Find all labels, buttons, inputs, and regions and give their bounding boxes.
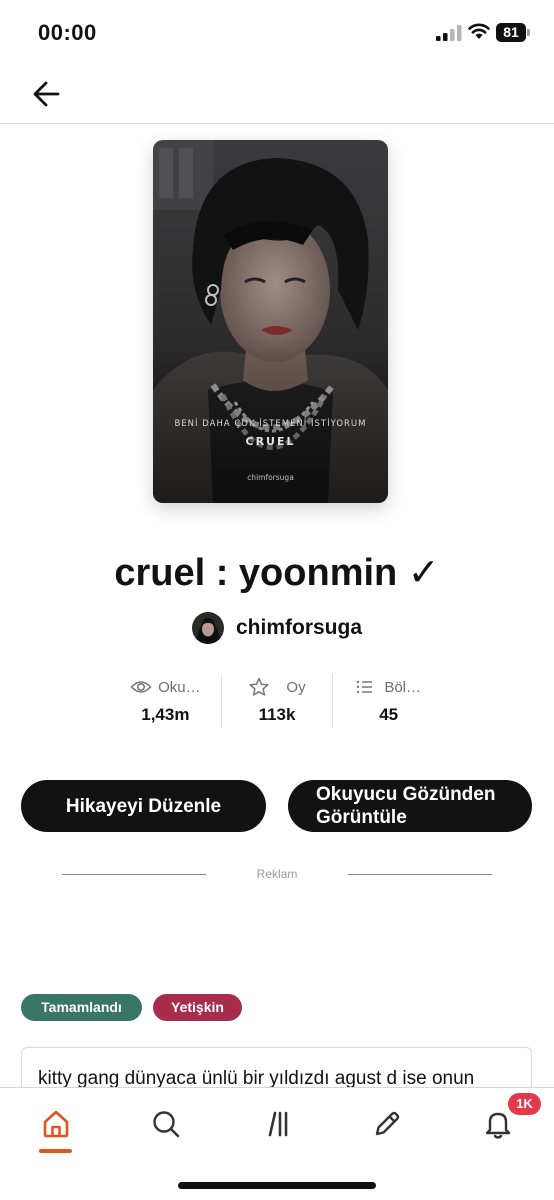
stat-parts-value: 45 (379, 705, 399, 724)
author-name[interactable]: chimforsuga (236, 616, 362, 640)
tab-home[interactable] (36, 1104, 76, 1144)
stat-votes-label: Oy (286, 678, 306, 696)
star-icon (249, 677, 269, 696)
battery-level: 81 (496, 23, 526, 42)
tab-write[interactable] (367, 1104, 407, 1144)
cover-image: BENİ DAHA ÇOK İSTEMENİ İSTİYORUM CRUEL c… (153, 140, 388, 503)
pencil-icon (375, 1111, 400, 1136)
battery-tip (527, 29, 530, 36)
story-stats: Oku… 1,43m Oy 113k Böl… 45 (110, 674, 444, 728)
mature-tag: Yetişkin (153, 994, 242, 1021)
wifi-icon (468, 23, 490, 39)
stat-reads-value: 1,43m (141, 705, 190, 724)
story-cover[interactable]: BENİ DAHA ÇOK İSTEMENİ İSTİYORUM CRUEL c… (153, 140, 388, 503)
ad-divider: Reklam (62, 864, 492, 884)
nav-header (0, 64, 554, 124)
stat-parts-label: Böl… (384, 678, 422, 696)
edit-story-button[interactable]: Hikayeyi Düzenle (21, 780, 266, 832)
cover-author: chimforsuga (247, 473, 294, 482)
tab-search[interactable] (146, 1104, 186, 1144)
cover-tagline: BENİ DAHA ÇOK İSTEMENİ İSTİYORUM (174, 418, 366, 429)
active-tab-indicator (39, 1149, 72, 1153)
status-bar: 00:00 81 (0, 0, 554, 64)
stat-votes: Oy 113k (220, 674, 333, 728)
author-avatar[interactable] (191, 612, 224, 644)
status-time: 00:00 (38, 20, 97, 45)
completed-tag: Tamamlandı (21, 994, 142, 1021)
cover-title: CRUEL (246, 435, 296, 448)
stat-votes-value: 113k (258, 705, 296, 724)
search-icon (153, 1111, 180, 1138)
tab-library[interactable] (257, 1104, 297, 1144)
author-row[interactable]: chimforsuga (0, 610, 554, 646)
bell-icon (485, 1112, 511, 1139)
stat-reads: Oku… 1,43m (110, 674, 221, 728)
eye-icon (130, 681, 152, 693)
battery-indicator: 81 (496, 23, 530, 42)
story-title: cruel : yoonmin ✓ (114, 552, 440, 594)
notification-badge: 1K (508, 1093, 541, 1115)
home-icon (43, 1110, 69, 1138)
bottom-tab-bar: 1K (0, 1087, 554, 1200)
reader-view-button[interactable]: Okuyucu Gözünden Görüntüle (288, 780, 532, 832)
list-icon (357, 680, 373, 694)
library-icon (268, 1111, 288, 1137)
ad-divider-line-right (348, 874, 492, 875)
stat-parts: Böl… 45 (332, 674, 444, 728)
back-arrow-icon[interactable] (26, 76, 68, 112)
cellular-signal-icon (436, 25, 462, 41)
home-indicator (178, 1182, 376, 1189)
stat-reads-label: Oku… (158, 678, 201, 696)
